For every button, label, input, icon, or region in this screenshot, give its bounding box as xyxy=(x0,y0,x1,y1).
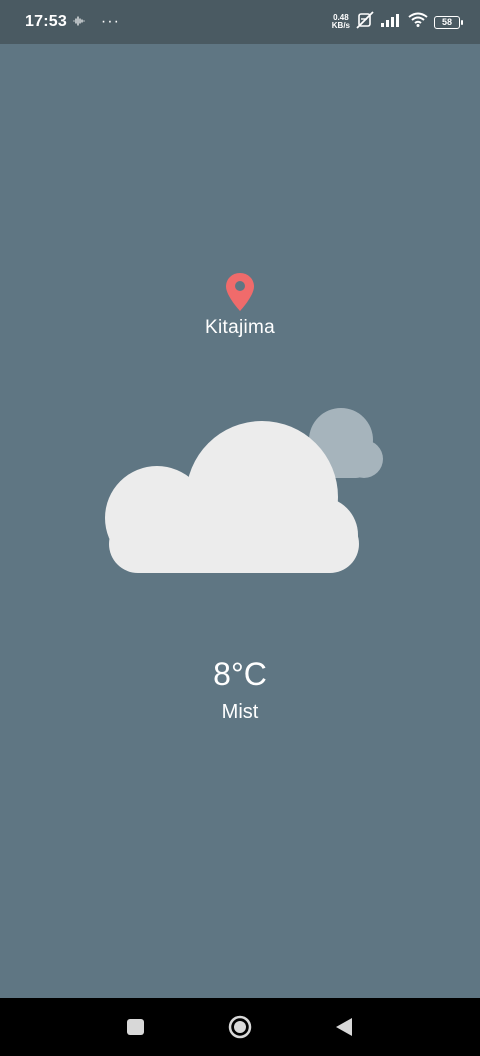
more-notifications-icon: ··· xyxy=(100,13,120,30)
weather-description: Mist xyxy=(221,701,259,723)
recents-square-icon[interactable] xyxy=(126,1018,146,1036)
battery-icon: 58 xyxy=(434,15,463,29)
status-icons: 0.48 KB/s 58 xyxy=(332,10,463,34)
city-name: Kitajima xyxy=(205,317,275,338)
status-time: 17:53 xyxy=(25,13,67,30)
network-speed: 0.48 KB/s xyxy=(332,14,350,30)
weather-summary: 8°C Mist xyxy=(0,656,480,724)
location-header: Kitajima xyxy=(0,272,480,339)
location-pin-icon xyxy=(226,273,254,311)
network-speed-unit: KB/s xyxy=(331,21,350,30)
temperature: 8°C xyxy=(213,656,267,692)
back-triangle-icon[interactable] xyxy=(335,1017,353,1037)
sound-wave-icon xyxy=(73,15,85,29)
wifi-icon xyxy=(408,12,428,32)
mute-icon xyxy=(356,10,374,34)
battery-level: 58 xyxy=(441,17,452,27)
cloud-icon xyxy=(105,408,383,573)
home-circle-icon[interactable] xyxy=(228,1015,252,1039)
status-bar: 17:53 ··· 0.48 KB/s 58 xyxy=(0,0,480,44)
signal-icon xyxy=(380,13,402,32)
navigation-bar xyxy=(0,998,480,1056)
